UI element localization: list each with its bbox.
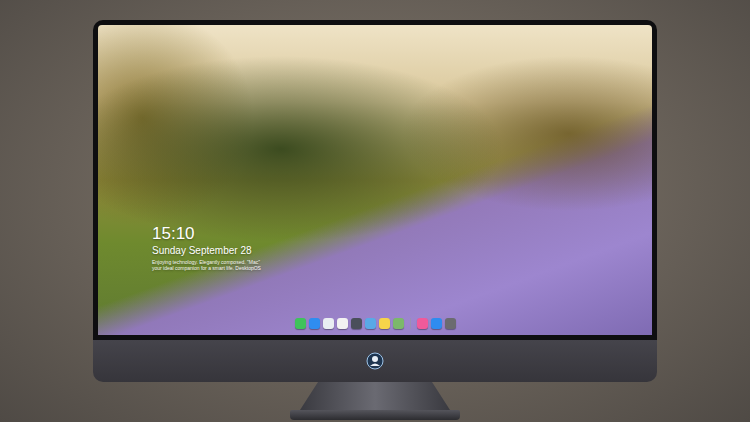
- dock-app-icon[interactable]: [323, 318, 334, 329]
- page: 15:10Sunday September 28 Enjoying technol…: [0, 0, 750, 422]
- dock-app-icon[interactable]: [337, 318, 348, 329]
- monitor-bezel: 15:10Sunday September 28 Enjoying technol…: [93, 20, 657, 340]
- monitor-chin: [93, 340, 657, 382]
- caption: Enjoying technology. Elegantly composed.…: [152, 259, 652, 271]
- lock-screen: 15:10Sunday September 28 Enjoying technol…: [98, 25, 652, 335]
- dock-app-icon[interactable]: [393, 318, 404, 329]
- dock-app-icon[interactable]: [445, 318, 456, 329]
- clock-date: Sunday September 28: [152, 244, 652, 257]
- caption-line: Enjoying technology. Elegantly composed.…: [152, 259, 652, 265]
- clock-time: 15:10: [152, 224, 652, 244]
- dock-app-icon[interactable]: [431, 318, 442, 329]
- logo-icon: [366, 352, 384, 370]
- dock-app-icon[interactable]: [417, 318, 428, 329]
- monitor-stand-neck: [300, 382, 450, 410]
- dock-divider: [410, 318, 411, 329]
- caption-line: your ideal companion for a smart life. D…: [152, 265, 652, 271]
- monitor-stand-base: [290, 410, 460, 420]
- dock-app-icon[interactable]: [379, 318, 390, 329]
- clock-group: 15:10Sunday September 28 Enjoying technol…: [98, 224, 652, 271]
- dock-app-icon[interactable]: [295, 318, 306, 329]
- dock-app-icon[interactable]: [365, 318, 376, 329]
- dock-app-icon[interactable]: [309, 318, 320, 329]
- dock-app-icon[interactable]: [351, 318, 362, 329]
- dock: [292, 317, 459, 330]
